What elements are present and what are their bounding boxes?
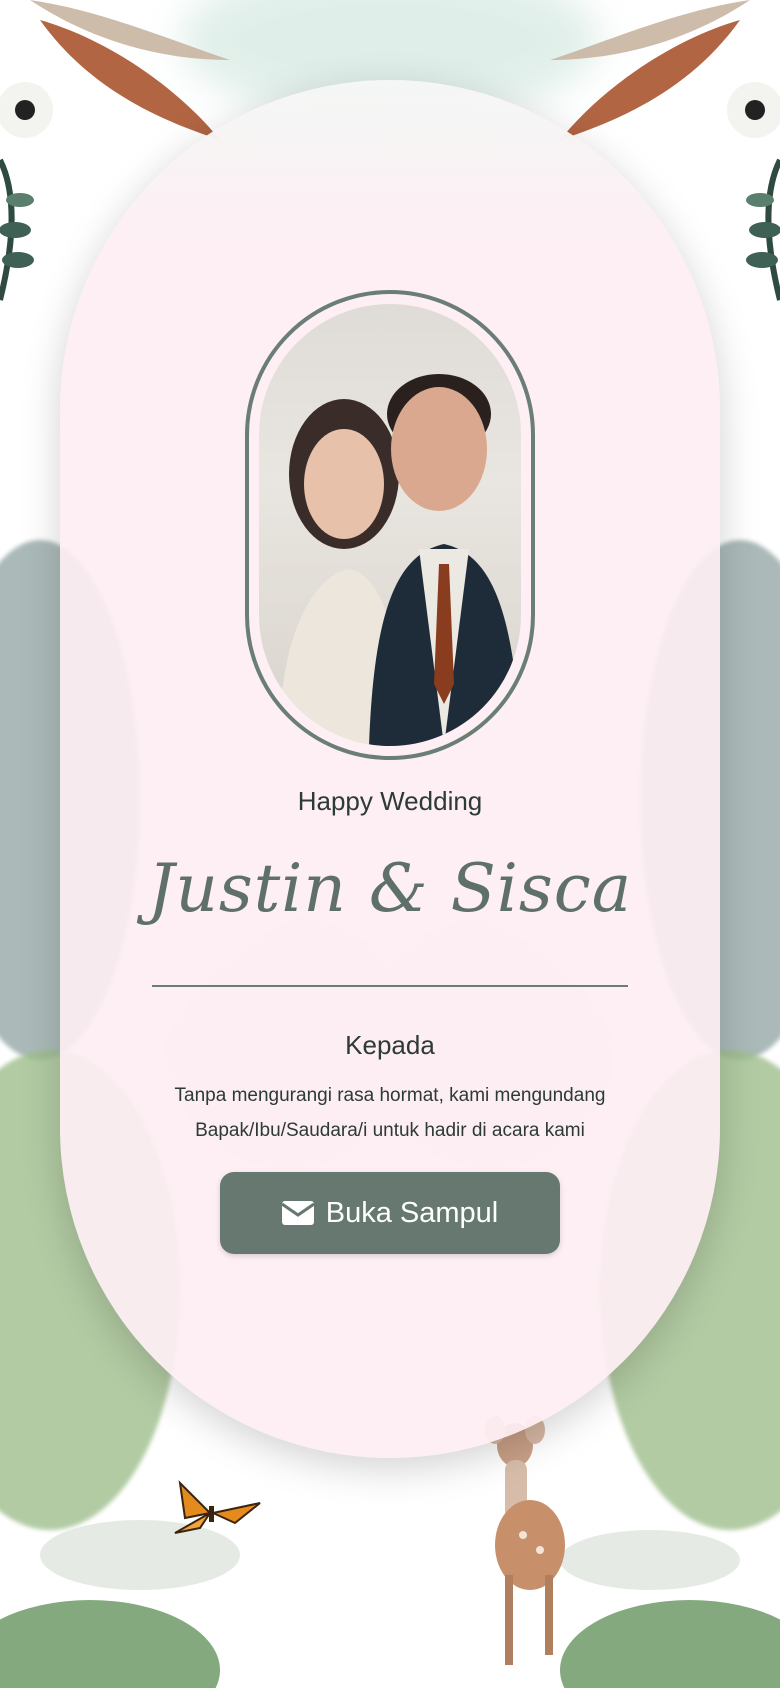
couple-photo-illustration (279, 374, 521, 746)
open-invitation-label: Buka Sampul (325, 1196, 499, 1229)
couple-photo (259, 304, 521, 746)
divider-line (152, 985, 628, 987)
invitation-message: Tanpa mengurangi rasa hormat, kami mengu… (120, 1078, 660, 1148)
bottom-right-bush (560, 1600, 780, 1688)
invitation-message-line-2: Bapak/Ibu/Saudara/i untuk hadir di acara… (195, 1120, 585, 1141)
couple-photo-frame (245, 290, 535, 760)
bottom-left-bush (0, 1600, 220, 1688)
card-top-wash (60, 80, 720, 240)
open-invitation-button[interactable]: Buka Sampul (220, 1172, 560, 1254)
butterfly-icon (174, 1480, 261, 1534)
invitation-message-line-1: Tanpa mengurangi rasa hormat, kami mengu… (174, 1085, 606, 1106)
couple-names: Justin & Sisca (147, 850, 633, 927)
deer-illustration (485, 1416, 565, 1665)
bottom-right-white-flowers (560, 1530, 740, 1590)
envelope-icon (281, 1201, 314, 1225)
guest-label: Kepada (345, 1030, 435, 1060)
wedding-subtitle: Happy Wedding (297, 786, 483, 816)
invitation-card: Happy Wedding Justin & Sisca Kepada Tanp… (60, 80, 720, 1458)
